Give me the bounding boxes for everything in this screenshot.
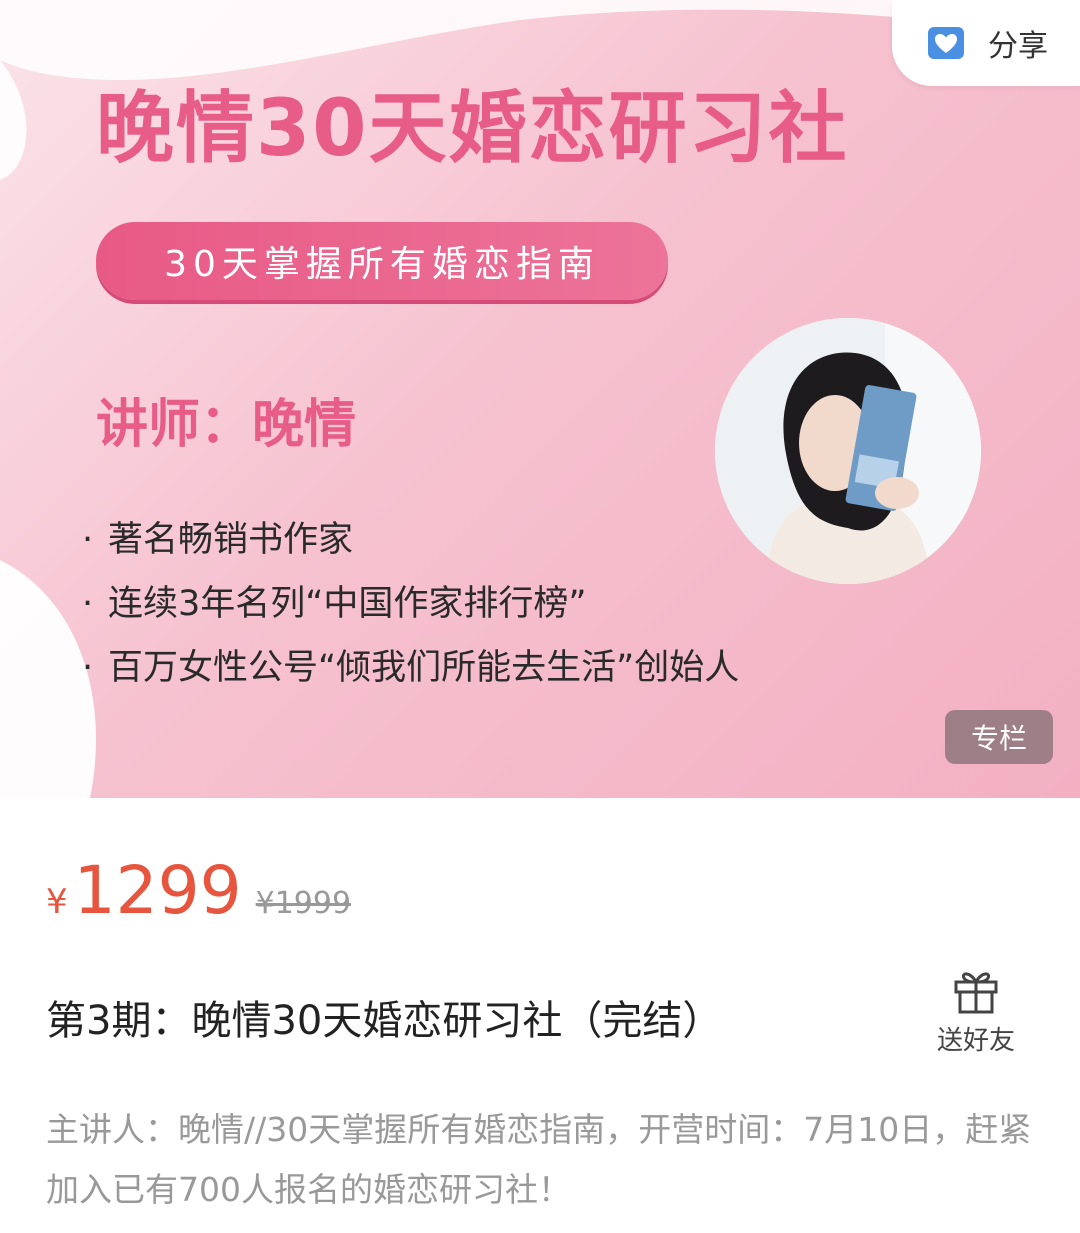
- price-row: ¥ 1299 ¥1999: [46, 852, 351, 929]
- course-description: 主讲人：晚情//30天掌握所有婚恋指南，开营时间：7月10日，赶紧加入已有700…: [46, 1110, 1032, 1209]
- course-banner: 晚情30天婚恋研习社 30天掌握所有婚恋指南 讲师：晚情 · 著名畅销书作家 · 连…: [0, 0, 1080, 798]
- credential-item: · 百万女性公号“倾我们所能去生活”创始人: [82, 648, 740, 688]
- gift-label: 送好友: [936, 1026, 1015, 1056]
- column-badge: 专栏: [945, 710, 1053, 764]
- original-price: ¥1999: [255, 886, 352, 921]
- current-price: 1299: [73, 852, 242, 929]
- banner-subtitle-pill: 30天掌握所有婚恋指南: [96, 222, 668, 300]
- share-button[interactable]: 分享: [892, 0, 1080, 86]
- gift-icon: [954, 972, 998, 1014]
- lecturer-credentials: · 著名畅销书作家 · 连续3年名列“中国作家排行榜” · 百万女性公号“倾我们所能去…: [82, 508, 739, 700]
- share-label: 分享: [988, 29, 1048, 64]
- credential-item: · 连续3年名列“中国作家排行榜”: [82, 584, 587, 624]
- banner-title: 晚情30天婚恋研习社: [96, 84, 849, 174]
- lecturer-photo-illustration: [715, 318, 981, 584]
- gift-to-friend-button[interactable]: 送好友: [928, 966, 1024, 1057]
- share-heart-icon: [928, 27, 964, 59]
- lecturer-avatar: [715, 318, 981, 584]
- currency-symbol: ¥: [46, 882, 68, 922]
- lecturer-label: 讲师：晚情: [96, 395, 357, 455]
- course-title: 第3期：晚情30天婚恋研习社（完结）: [46, 998, 723, 1044]
- credential-item: · 著名畅销书作家: [82, 520, 354, 560]
